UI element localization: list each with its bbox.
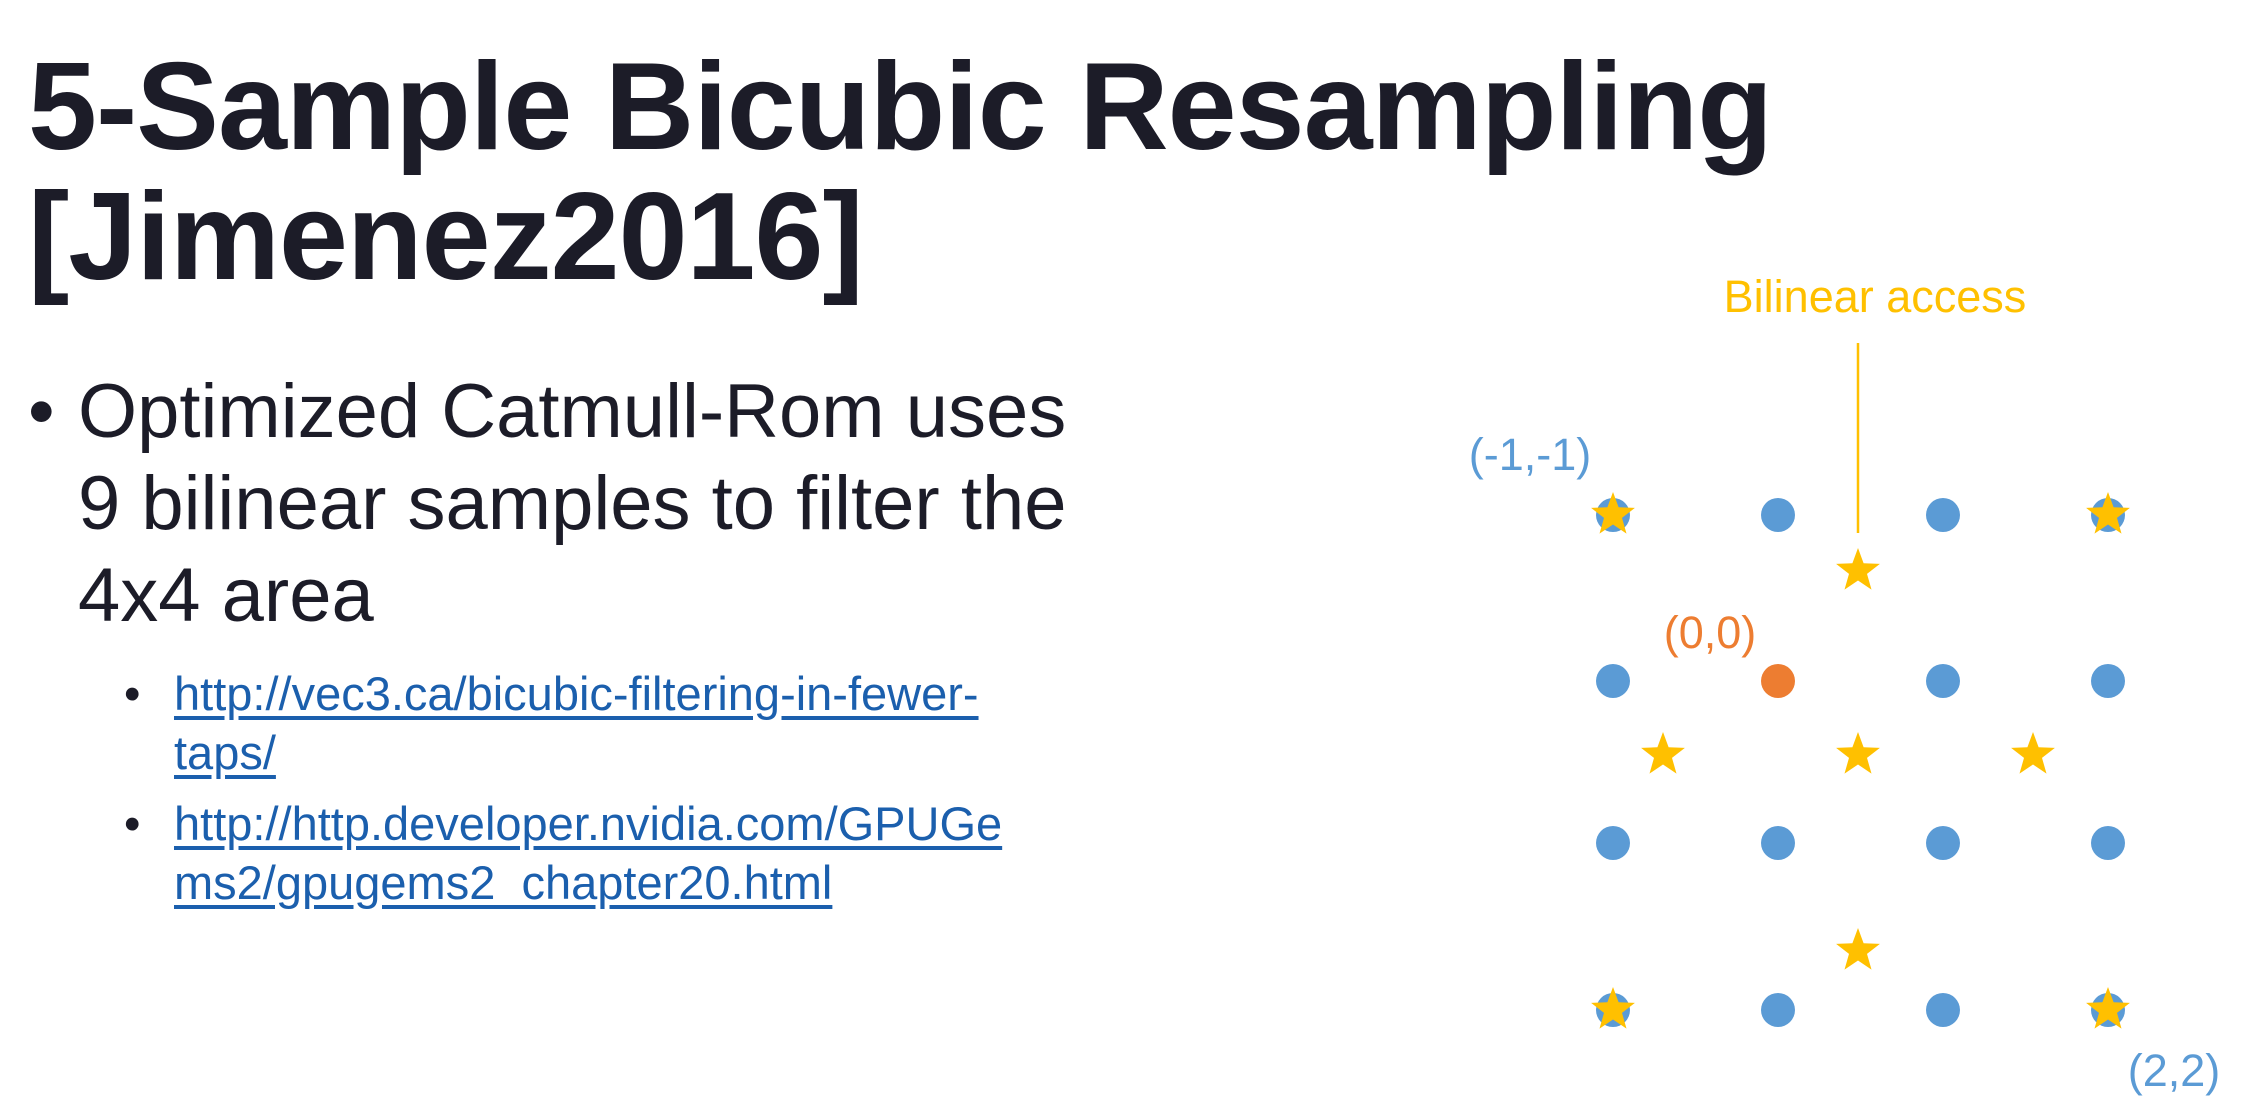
bilinear-sample-stars: [1591, 492, 2130, 1029]
texel-dot: [1926, 664, 1960, 698]
texel-dot: [1596, 664, 1630, 698]
texel-dot: [1926, 826, 1960, 860]
texel-dot: [1926, 993, 1960, 1027]
origin-coord-label: (0,0): [1664, 607, 1757, 658]
texel-dot: [1761, 498, 1795, 532]
top-left-coord-label: (-1,-1): [1469, 429, 1592, 480]
bilinear-sample-star-icon: [1836, 548, 1880, 590]
texel-dot: [2091, 664, 2125, 698]
texel-dot: [1596, 826, 1630, 860]
bilinear-sample-star-icon: [1641, 732, 1685, 774]
bilinear-sample-star-icon: [1836, 928, 1880, 970]
bilinear-sample-star-icon: [2011, 732, 2055, 774]
origin-texel: [1761, 664, 1795, 698]
bottom-right-coord-label: (2,2): [2128, 1045, 2221, 1096]
bilinear-access-label: Bilinear access: [1724, 271, 2027, 322]
texel-dot: [1926, 498, 1960, 532]
texel-dot: [2091, 826, 2125, 860]
texel-dot: [1761, 993, 1795, 1027]
bilinear-sample-star-icon: [1836, 732, 1880, 774]
texel-dot: [1761, 826, 1795, 860]
bicubic-sampling-diagram: Bilinear access (-1,-1) (0,0) (2,2): [1469, 271, 2221, 1096]
